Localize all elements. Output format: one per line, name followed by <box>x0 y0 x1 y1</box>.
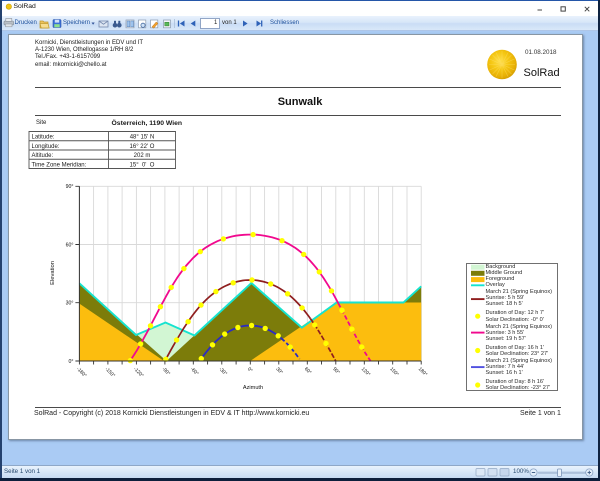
svg-text:90°: 90° <box>66 184 74 190</box>
svg-text:-150°: -150° <box>104 366 117 379</box>
svg-text:30°: 30° <box>66 301 74 307</box>
svg-text:-30°: -30° <box>217 366 228 377</box>
svg-text:Azimuth: Azimuth <box>243 385 263 391</box>
svg-text:60°: 60° <box>303 366 313 376</box>
svg-text:180°: 180° <box>417 366 428 377</box>
svg-text:30°: 30° <box>274 366 284 376</box>
svg-text:-60°: -60° <box>189 366 200 377</box>
svg-text:120°: 120° <box>360 366 371 377</box>
svg-text:0°: 0° <box>246 366 254 374</box>
svg-text:Elevation: Elevation <box>50 261 56 285</box>
svg-text:150°: 150° <box>388 366 399 377</box>
svg-text:60°: 60° <box>66 242 74 248</box>
svg-text:90°: 90° <box>331 366 341 376</box>
svg-text:-90°: -90° <box>161 366 172 377</box>
svg-text:-180°: -180° <box>75 366 88 379</box>
svg-text:0°: 0° <box>69 359 74 365</box>
svg-text:-120°: -120° <box>132 366 145 379</box>
